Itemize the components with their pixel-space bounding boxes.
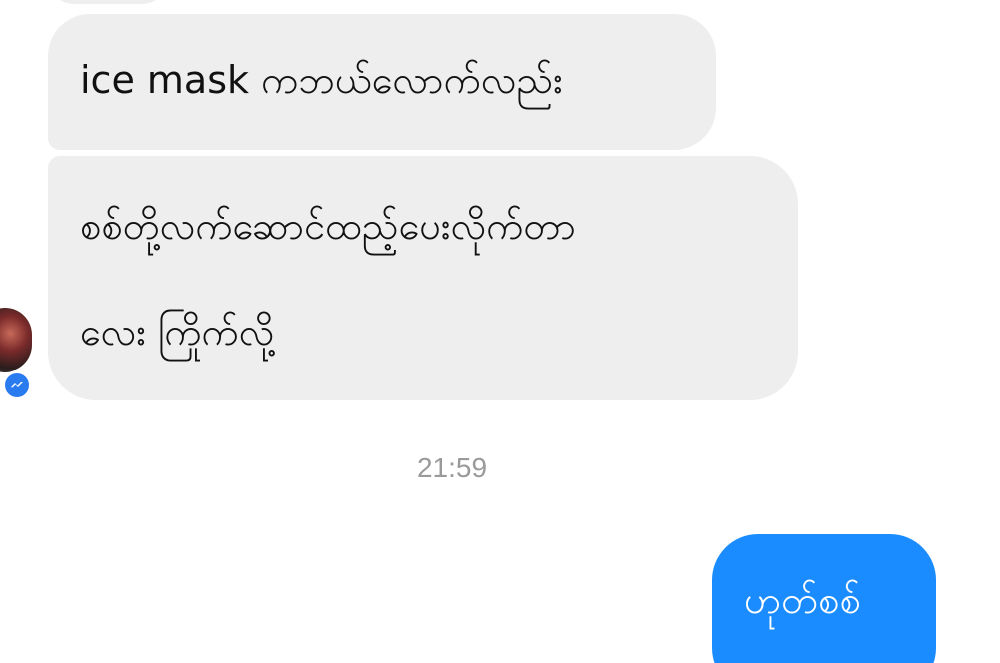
message-text-line: လေး ကြိုက်လို့: [80, 310, 275, 354]
message-text: ice mask ကဘယ်လောက်လည်း: [80, 58, 563, 102]
messenger-badge: [2, 370, 32, 400]
outgoing-message-bubble[interactable]: ဟုတ်စစ်: [712, 534, 936, 663]
message-timestamp: 21:59: [416, 452, 488, 483]
incoming-message-bubble[interactable]: စစ်တို့လက်ဆောင်ထည့်ပေးလိုက်တာ လေး ကြိုက်…: [48, 156, 798, 400]
messenger-icon: [5, 373, 29, 397]
previous-message-bubble[interactable]: [48, 0, 168, 4]
message-text: ဟုတ်စစ်: [744, 578, 861, 622]
sender-avatar[interactable]: [0, 308, 32, 372]
message-text-line: စစ်တို့လက်ဆောင်ထည့်ပေးလိုက်တာ: [80, 204, 577, 248]
incoming-message-bubble[interactable]: ice mask ကဘယ်လောက်လည်း: [48, 14, 716, 150]
chat-thread: ice mask ကဘယ်လောက်လည်း စစ်တို့လက်ဆောင်ထည…: [0, 0, 1000, 663]
